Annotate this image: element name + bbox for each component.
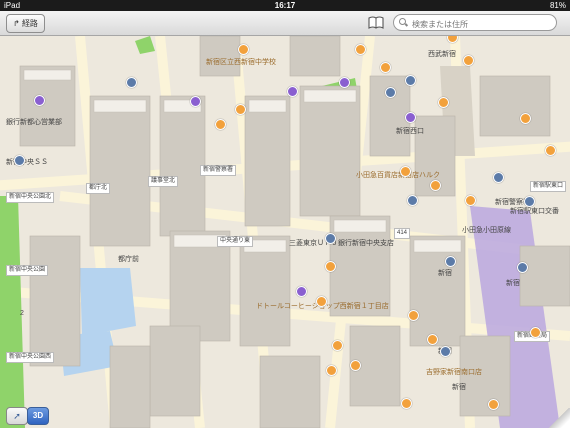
poi-icon[interactable] bbox=[401, 398, 412, 409]
map-label[interactable]: 新宿中央ＳＳ bbox=[6, 157, 48, 167]
search-input[interactable] bbox=[410, 16, 554, 32]
transit-icon[interactable] bbox=[325, 233, 336, 244]
map-label[interactable]: 新宿駅東口交番 bbox=[510, 206, 559, 216]
battery-label: 81% bbox=[549, 1, 566, 10]
route-button-label: 経路 bbox=[21, 19, 38, 28]
route-button[interactable]: ↱ 経路 bbox=[6, 14, 45, 33]
poi-icon[interactable] bbox=[332, 340, 343, 351]
map-label[interactable]: 三菱東京ＵＦＪ銀行新宿中央支店 bbox=[289, 238, 394, 248]
page-curl-button[interactable] bbox=[548, 408, 570, 428]
poi-icon[interactable] bbox=[530, 327, 541, 338]
map-label[interactable]: 新宿駅東口 bbox=[530, 181, 567, 192]
map-label[interactable]: 2 bbox=[20, 310, 24, 317]
map-label[interactable]: 新宿区立西新宿中学校 bbox=[206, 57, 276, 67]
map-view[interactable]: 新宿区立西新宿中学校 西武新宿新宿西口小田急百貨店新宿店ハルク 新宿警察署議事堂北都… bbox=[0, 36, 570, 428]
map-label[interactable]: 西武新宿 bbox=[428, 49, 456, 59]
transit-icon[interactable] bbox=[524, 196, 535, 207]
map-label[interactable]: 都庁前 bbox=[118, 254, 139, 264]
train-station-icon[interactable] bbox=[296, 286, 307, 297]
poi-icon[interactable] bbox=[400, 166, 411, 177]
transit-icon[interactable] bbox=[440, 346, 451, 357]
map-toolbar: ↱ 経路 bbox=[0, 11, 570, 36]
poi-icon[interactable] bbox=[235, 104, 246, 115]
poi-icon[interactable] bbox=[215, 119, 226, 130]
train-station-icon[interactable] bbox=[405, 112, 416, 123]
poi-icon[interactable] bbox=[488, 399, 499, 410]
poi-icon[interactable] bbox=[545, 145, 556, 156]
poi-icon[interactable] bbox=[325, 261, 336, 272]
battery-indicator: 81% bbox=[550, 0, 566, 11]
poi-icon[interactable] bbox=[427, 334, 438, 345]
current-location-button[interactable]: ➚ bbox=[6, 407, 28, 425]
location-arrow-icon: ➚ bbox=[13, 411, 21, 421]
poi-icon[interactable] bbox=[408, 310, 419, 321]
map-label[interactable]: 銀行新都心営業部 bbox=[6, 117, 62, 127]
poi-icon[interactable] bbox=[316, 296, 327, 307]
poi-icon[interactable] bbox=[350, 360, 361, 371]
poi-icon[interactable] bbox=[465, 195, 476, 206]
poi-icon[interactable] bbox=[238, 44, 249, 55]
map-label[interactable]: 新宿中央公園 bbox=[6, 265, 49, 276]
transit-icon[interactable] bbox=[445, 256, 456, 267]
bookmarks-button[interactable] bbox=[368, 14, 384, 31]
clock: 16:17 bbox=[274, 1, 296, 10]
transit-icon[interactable] bbox=[385, 87, 396, 98]
transit-icon[interactable] bbox=[517, 262, 528, 273]
status-bar: iPad 16:17 81% bbox=[0, 0, 570, 11]
map-label[interactable]: 414 bbox=[394, 228, 411, 239]
3d-toggle-button[interactable]: 3D bbox=[27, 407, 49, 425]
transit-icon[interactable] bbox=[493, 172, 504, 183]
poi-icon[interactable] bbox=[326, 365, 337, 376]
map-label[interactable]: 小田急百貨店新宿店ハルク bbox=[356, 170, 440, 180]
poi-icon[interactable] bbox=[520, 113, 531, 124]
map-label[interactable]: 中央通り東 bbox=[217, 236, 254, 247]
transit-icon[interactable] bbox=[14, 155, 25, 166]
map-label[interactable]: 吉野家新宿南口店 bbox=[426, 367, 482, 377]
3d-label: 3D bbox=[32, 411, 44, 420]
map-label[interactable]: 議事堂北 bbox=[148, 176, 179, 187]
transit-icon[interactable] bbox=[405, 75, 416, 86]
transit-icon[interactable] bbox=[407, 195, 418, 206]
search-icon bbox=[399, 18, 406, 25]
map-label[interactable]: 新宿 bbox=[506, 278, 520, 288]
map-label[interactable]: 新宿中央公園西 bbox=[6, 352, 55, 363]
search-field[interactable] bbox=[393, 14, 557, 32]
book-icon bbox=[368, 16, 384, 29]
transit-icon[interactable] bbox=[126, 77, 137, 88]
route-arrow-icon: ↱ bbox=[13, 19, 20, 28]
map-label[interactable]: 新宿警察署 bbox=[200, 165, 237, 176]
poi-icon[interactable] bbox=[380, 62, 391, 73]
map-label[interactable]: 小田急小田原線 bbox=[462, 225, 511, 235]
poi-icon[interactable] bbox=[438, 97, 449, 108]
train-station-icon[interactable] bbox=[34, 95, 45, 106]
poi-icon[interactable] bbox=[430, 180, 441, 191]
map-label[interactable]: 新宿 bbox=[438, 268, 452, 278]
map-label[interactable]: 新宿西口 bbox=[396, 126, 424, 136]
train-station-icon[interactable] bbox=[339, 77, 350, 88]
map-label[interactable]: 都庁北 bbox=[86, 183, 111, 194]
map-label[interactable]: 新宿中央公園北 bbox=[6, 192, 55, 203]
train-station-icon[interactable] bbox=[287, 86, 298, 97]
poi-icon[interactable] bbox=[355, 44, 366, 55]
map-label[interactable]: 新宿 bbox=[452, 382, 466, 392]
poi-icon[interactable] bbox=[463, 55, 474, 66]
train-station-icon[interactable] bbox=[190, 96, 201, 107]
